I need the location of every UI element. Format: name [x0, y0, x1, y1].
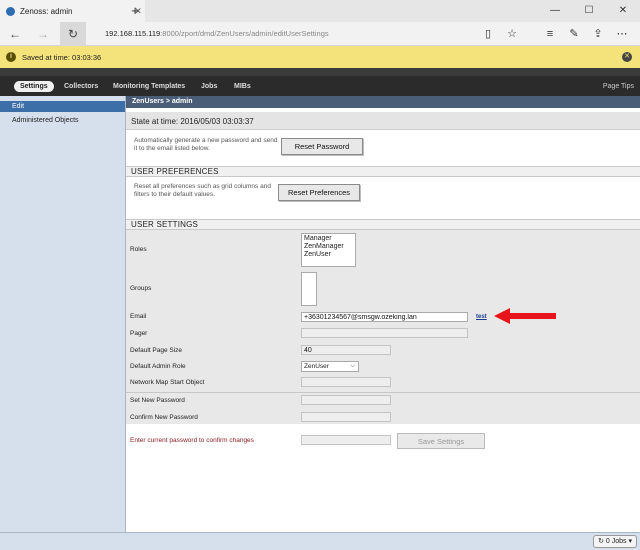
state-time-bar: State at time: 2016/05/03 03:03:37: [126, 112, 640, 130]
nav-collectors[interactable]: Collectors: [64, 81, 98, 92]
default-page-size-label: Default Page Size: [130, 347, 183, 354]
favorite-star-icon[interactable]: ☆: [500, 22, 524, 46]
default-admin-role-label: Default Admin Role: [130, 363, 186, 370]
jobs-button[interactable]: ↻ 0 Jobs ▾: [593, 535, 637, 548]
hub-icon[interactable]: ≡: [538, 22, 562, 46]
chevron-down-icon: ⌵: [350, 363, 355, 369]
reset-password-button[interactable]: Reset Password: [281, 138, 363, 155]
email-test-link[interactable]: test: [476, 314, 487, 320]
email-label: Email: [130, 313, 147, 320]
role-option[interactable]: ZenUser: [304, 251, 353, 259]
state-time-text: State at time: 2016/05/03 03:03:37: [131, 117, 254, 126]
role-option[interactable]: Manager: [304, 235, 353, 243]
reset-preferences-description: Reset all preferences such as grid colum…: [134, 183, 271, 198]
tab-bar: Zenoss: admin ✕ + — ☐ ✕: [0, 0, 640, 22]
forward-icon[interactable]: →: [30, 22, 56, 46]
url-path: :8000/zport/dmd/ZenUsers/admin/editUserS…: [160, 29, 329, 38]
default-page-size-input[interactable]: [301, 345, 391, 355]
pager-label: Pager: [130, 330, 148, 337]
sidebar-item-edit[interactable]: Edit: [0, 101, 125, 112]
sidebar-item-administered-objects[interactable]: Administered Objects: [0, 115, 125, 126]
window-controls: — ☐ ✕: [538, 0, 640, 22]
email-input[interactable]: [301, 312, 468, 322]
groups-label: Groups: [130, 285, 152, 292]
new-tab-icon[interactable]: +: [128, 3, 142, 19]
info-icon: i: [6, 52, 16, 62]
browser-window: Zenoss: admin ✕ + — ☐ ✕ ← → ↻ 192.168.11…: [0, 0, 640, 550]
reset-password-description: Automatically generate a new password an…: [134, 137, 278, 152]
roles-label: Roles: [130, 246, 147, 253]
url-host: 192.168.115.119: [105, 29, 161, 38]
current-password-input[interactable]: [301, 435, 391, 445]
status-bar: ↻ 0 Jobs ▾: [0, 532, 640, 550]
nav-monitoring-templates[interactable]: Monitoring Templates: [113, 81, 185, 92]
navigation-bar: ← → ↻ 192.168.115.119:8000/zport/dmd/Zen…: [0, 22, 640, 46]
browser-toolbar: ▯ ☆ ≡ ✎ ⇪ ⋯: [476, 22, 634, 46]
user-settings-header: USER SETTINGS: [126, 219, 640, 230]
saved-notification-bar: i Saved at time: 03:03:36 ✕: [0, 46, 640, 68]
app-navigation: Settings Collectors Monitoring Templates…: [0, 76, 640, 96]
set-new-password-label: Set New Password: [130, 397, 185, 404]
user-preferences-header: USER PREFERENCES: [126, 166, 640, 177]
zenoss-favicon-icon: [6, 6, 15, 16]
left-sidebar: Edit Administered Objects: [0, 96, 126, 532]
nav-settings[interactable]: Settings: [14, 81, 54, 92]
jobs-chevron-icon: ▾: [626, 538, 632, 545]
jobs-count: 0 Jobs: [605, 538, 627, 545]
refresh-jobs-icon: ↻: [598, 538, 606, 545]
more-icon[interactable]: ⋯: [610, 22, 634, 46]
reading-view-icon[interactable]: ▯: [476, 22, 500, 46]
page-tips-link[interactable]: Page Tips: [603, 81, 634, 92]
confirm-new-password-input[interactable]: [301, 412, 391, 422]
app-header: [0, 68, 640, 76]
save-settings-button[interactable]: Save Settings: [397, 433, 485, 449]
back-icon[interactable]: ←: [2, 22, 28, 46]
confirm-new-password-label: Confirm New Password: [130, 414, 198, 421]
nav-jobs[interactable]: Jobs: [201, 81, 217, 92]
saved-message: Saved at time: 03:03:36: [22, 52, 102, 62]
pager-input[interactable]: [301, 328, 468, 338]
breadcrumb: ZenUsers > admin: [126, 96, 640, 108]
network-map-start-label: Network Map Start Object: [130, 379, 205, 386]
form-divider: [126, 392, 640, 393]
tab-title: Zenoss: admin: [20, 6, 73, 16]
default-admin-role-select[interactable]: ZenUser ⌵: [301, 361, 359, 372]
window-close-icon[interactable]: ✕: [606, 0, 640, 22]
browser-tab[interactable]: Zenoss: admin ✕: [0, 0, 145, 22]
maximize-icon[interactable]: ☐: [572, 0, 606, 22]
roles-listbox[interactable]: Manager ZenManager ZenUser: [301, 233, 356, 267]
web-note-icon[interactable]: ✎: [562, 22, 586, 46]
role-option[interactable]: ZenManager: [304, 243, 353, 251]
dismiss-notification-icon[interactable]: ✕: [622, 52, 632, 62]
minimize-icon[interactable]: —: [538, 0, 572, 22]
share-icon[interactable]: ⇪: [586, 22, 610, 46]
main-content: ZenUsers > admin State at time: 2016/05/…: [126, 96, 640, 532]
red-arrow-annotation: [494, 308, 556, 324]
reset-preferences-button[interactable]: Reset Preferences: [278, 184, 360, 201]
network-map-start-input[interactable]: [301, 377, 391, 387]
address-bar[interactable]: 192.168.115.119:8000/zport/dmd/ZenUsers/…: [97, 26, 477, 42]
groups-listbox[interactable]: [301, 272, 317, 306]
admin-role-selected: ZenUser: [304, 363, 329, 370]
set-new-password-input[interactable]: [301, 395, 391, 405]
refresh-icon[interactable]: ↻: [60, 22, 86, 46]
current-password-label: Enter current password to confirm change…: [130, 437, 254, 444]
nav-mibs[interactable]: MIBs: [234, 81, 251, 92]
